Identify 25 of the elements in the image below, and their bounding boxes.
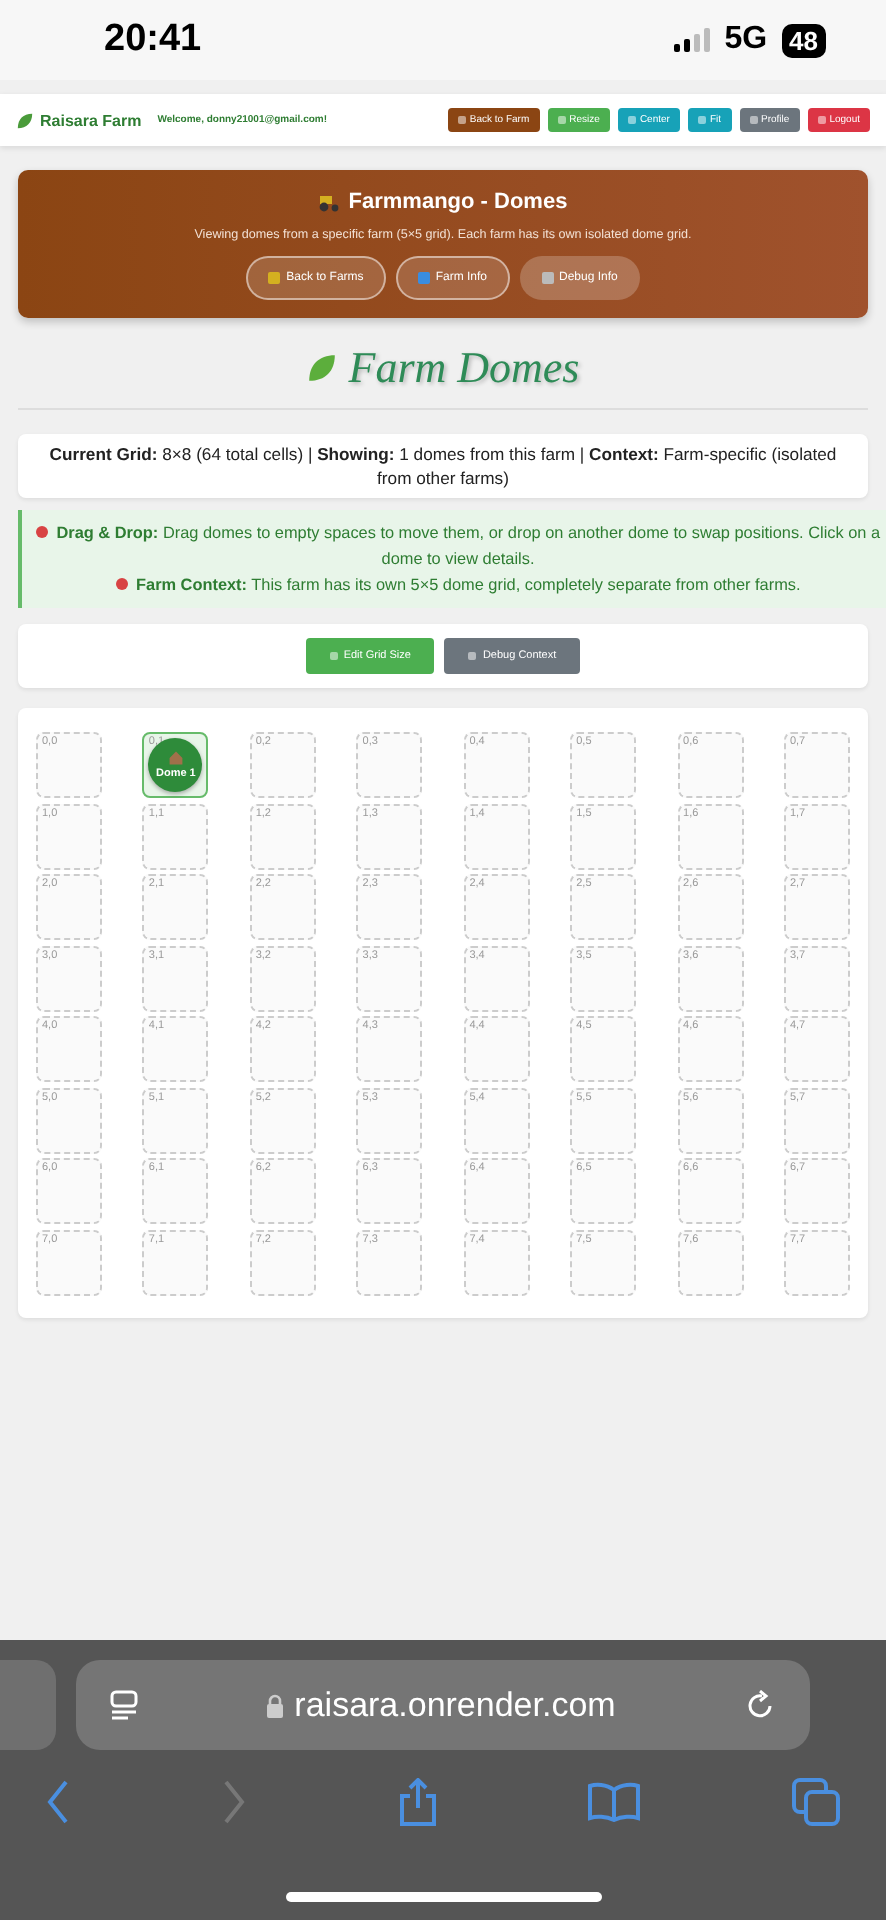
house-icon [167,750,184,766]
page-title: Farm Domes [348,342,580,394]
clock: 20:41 [104,18,202,62]
forward-icon[interactable] [221,1780,246,1824]
url-text: raisara.onrender.com [294,1685,616,1725]
instruction-text: Drag & Drop: Drag domes to empty spaces to move them, or drop on another dome to swap positions. Click on a dome to view details. [56,524,881,568]
lock-icon [266,1693,285,1717]
leaf-icon [306,352,339,384]
tab-preview[interactable] [0,1660,56,1750]
address-bar[interactable]: raisara.onrender.com [76,1660,810,1750]
brand-name: Raisara Farm [40,111,142,129]
bookmarks-icon[interactable] [588,1782,641,1822]
tabs-icon[interactable] [792,1778,840,1826]
instruction-text: Farm Context: This farm has its own 5×5 dome grid, completely separate from other farms. [136,576,801,594]
reload-icon[interactable] [743,1689,776,1721]
share-icon[interactable] [397,1778,437,1826]
reader-icon[interactable] [110,1689,138,1721]
leaf-icon [16,111,34,129]
signal-icon [674,28,711,52]
header-title: Farmmango - Domes [348,190,568,214]
network-label: 5G [724,22,768,58]
battery-indicator: 48 [781,23,826,57]
tractor-icon [318,192,341,212]
back-icon[interactable] [46,1780,70,1824]
grid-info-text: Current Grid: 8×8 (64 total cells) | Showing: 1 domes from this farm | Context: Farm-specific (isolated from other farms) [47,442,839,490]
